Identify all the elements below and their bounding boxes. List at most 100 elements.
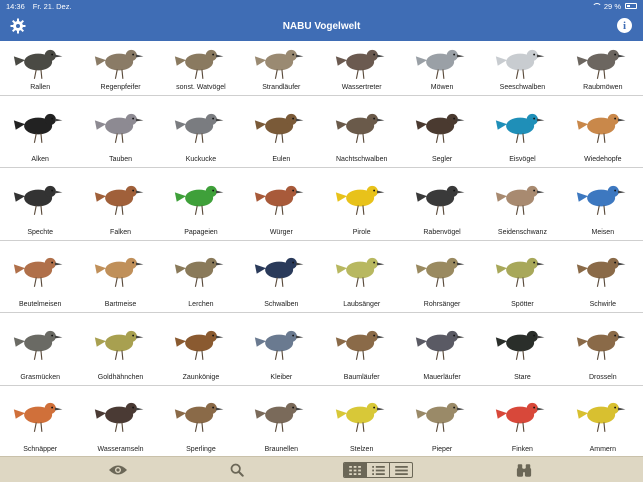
info-icon[interactable]: i (617, 18, 632, 33)
compact-list-icon[interactable] (390, 463, 412, 477)
bird-illustration (161, 386, 241, 445)
bird-group-tile[interactable]: Würger (241, 168, 322, 241)
bird-group-tile[interactable]: Seidenschwanz (482, 168, 563, 241)
bird-group-label: Lerchen (188, 301, 214, 309)
bird-group-tile[interactable]: Rohrsänger (401, 241, 483, 314)
bird-group-label: Schwirle (589, 301, 617, 309)
bird-group-label: Eulen (272, 156, 291, 164)
bird-group-tile[interactable]: Schnäpper (0, 386, 81, 458)
bird-illustration (0, 313, 80, 372)
bird-group-tile[interactable]: Drosseln (562, 313, 643, 386)
bird-group-tile[interactable]: Grasmücken (0, 313, 81, 386)
eye-icon[interactable] (108, 462, 128, 478)
bird-group-tile[interactable]: Papageien (160, 168, 242, 241)
bird-group-tile[interactable]: Eulen (241, 96, 322, 169)
bird-group-tile[interactable]: Kleiber (241, 313, 322, 386)
bird-group-tile[interactable]: Regenpfeifer (80, 41, 161, 96)
bird-illustration (482, 241, 562, 300)
bird-group-tile[interactable]: Pirole (321, 168, 402, 241)
bird-group-tile[interactable]: Rabenvögel (401, 168, 483, 241)
bird-group-tile[interactable]: Spötter (482, 241, 563, 314)
search-icon[interactable] (229, 462, 245, 478)
bird-group-tile[interactable]: Stare (482, 313, 563, 386)
bird-illustration (0, 41, 80, 83)
bird-group-tile[interactable]: Goldhähnchen (80, 313, 161, 386)
bird-group-tile[interactable]: Finken (482, 386, 563, 458)
bird-illustration (322, 41, 402, 83)
bird-group-label: Rallen (30, 84, 51, 91)
bird-group-tile[interactable]: Beutelmeisen (0, 241, 81, 314)
bird-group-tile[interactable]: Rallen (0, 41, 81, 96)
bird-group-tile[interactable]: Meisen (562, 168, 643, 241)
battery-percent: 29 % (603, 1, 621, 11)
bird-group-label: Seidenschwanz (497, 228, 547, 236)
bird-group-tile[interactable]: sonst. Watvögel (160, 41, 242, 96)
bird-group-tile[interactable]: Raubmöwen (562, 41, 643, 96)
bird-group-tile[interactable]: Wasseramseln (80, 386, 161, 458)
bird-illustration (80, 168, 160, 227)
bird-group-tile[interactable]: Sperlinge (160, 386, 242, 458)
bird-group-tile[interactable]: Schwirle (562, 241, 643, 314)
bird-illustration (322, 96, 402, 155)
bird-group-label: Wassertreter (341, 84, 382, 91)
bird-group-tile[interactable]: Eisvögel (482, 96, 563, 169)
bird-group-label: Möwen (430, 84, 454, 91)
status-date: Fr. 21. Dez. (32, 1, 72, 11)
bird-group-tile[interactable]: Nachtschwalben (321, 96, 402, 169)
bird-illustration (402, 41, 482, 83)
bird-illustration (0, 96, 80, 155)
bird-group-tile[interactable]: Möwen (401, 41, 483, 96)
bird-group-label: Bartmeise (104, 301, 137, 309)
status-bar: 14:36 Fr. 21. Dez. 29 % (0, 0, 643, 12)
bird-group-tile[interactable]: Schwalben (241, 241, 322, 314)
bird-illustration (80, 96, 160, 155)
bird-group-tile[interactable]: Laubsänger (321, 241, 402, 314)
bird-illustration (563, 386, 643, 445)
bird-group-label: Eisvögel (509, 156, 536, 164)
list-view-icon[interactable] (367, 463, 390, 477)
settings-gear-icon[interactable] (10, 18, 26, 34)
bird-group-tile[interactable]: Strandläufer (241, 41, 322, 96)
bird-group-label: Grasmücken (20, 373, 61, 381)
bird-group-tile[interactable]: Braunellen (241, 386, 322, 458)
bird-group-tile[interactable]: Lerchen (160, 241, 242, 314)
bottom-toolbar (0, 456, 643, 482)
bird-illustration (241, 41, 321, 83)
binoculars-icon[interactable] (515, 462, 533, 478)
bird-group-tile[interactable]: Baumläufer (321, 313, 402, 386)
bird-illustration (161, 313, 241, 372)
bird-illustration (322, 313, 402, 372)
bird-group-tile[interactable]: Ammern (562, 386, 643, 458)
grid-view-icon[interactable] (344, 463, 367, 477)
bird-group-tile[interactable]: Falken (80, 168, 161, 241)
bird-group-tile[interactable]: Spechte (0, 168, 81, 241)
bird-group-tile[interactable]: Alken (0, 96, 81, 169)
page-title: NABU Vogelwelt (282, 21, 361, 32)
bird-illustration (322, 168, 402, 227)
bird-group-label: Wiedehopfe (584, 156, 622, 164)
bird-group-tile[interactable]: Mauerläufer (401, 313, 483, 386)
bird-group-tile[interactable]: Tauben (80, 96, 161, 169)
bird-group-tile[interactable]: Seeschwalben (482, 41, 563, 96)
bird-illustration (402, 241, 482, 300)
bird-illustration (402, 386, 482, 445)
bird-illustration (563, 241, 643, 300)
bird-group-tile[interactable]: Kuckucke (160, 96, 242, 169)
bird-group-label: Baumläufer (343, 373, 380, 381)
bird-group-tile[interactable]: Pieper (401, 386, 483, 458)
bird-group-label: Nachtschwalben (336, 156, 388, 164)
bird-group-label: Rohrsänger (423, 301, 461, 309)
bird-illustration (241, 386, 321, 445)
bird-group-label: Laubsänger (343, 301, 381, 309)
bird-group-tile[interactable]: Segler (401, 96, 483, 169)
battery-icon (625, 3, 637, 9)
bird-group-tile[interactable]: Wiedehopfe (562, 96, 643, 169)
bird-group-tile[interactable]: Zaunkönige (160, 313, 242, 386)
bird-group-label: Rabenvögel (423, 228, 461, 236)
bird-group-tile[interactable]: Bartmeise (80, 241, 161, 314)
bird-group-tile[interactable]: Wassertreter (321, 41, 402, 96)
bird-illustration (402, 313, 482, 372)
bird-illustration (322, 241, 402, 300)
bird-illustration (563, 168, 643, 227)
bird-group-tile[interactable]: Stelzen (321, 386, 402, 458)
